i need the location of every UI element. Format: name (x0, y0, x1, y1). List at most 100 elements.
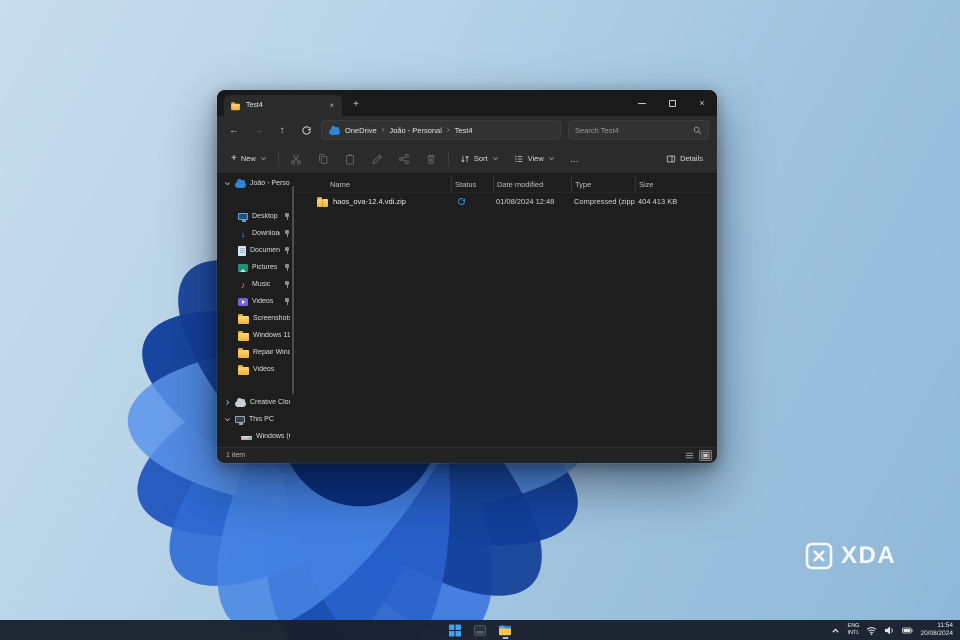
refresh-icon (301, 125, 312, 136)
rename-icon (371, 153, 383, 165)
file-status-cell (451, 197, 493, 206)
clock-time: 11:54 (920, 622, 953, 630)
sidebar-item-screenshots[interactable]: Screenshots (219, 310, 293, 327)
plus-icon: + (231, 154, 237, 164)
sidebar-item-label: Videos (253, 366, 290, 373)
breadcrumb-separator: › (382, 126, 385, 134)
start-button[interactable] (449, 620, 462, 640)
pin-icon (284, 230, 290, 238)
column-header-type[interactable]: Type (571, 176, 635, 192)
drive-icon (241, 436, 252, 440)
sidebar-item-videos-pinned[interactable]: Videos (219, 293, 293, 310)
volume-button[interactable] (884, 625, 895, 636)
sort-icon (460, 154, 470, 164)
column-header-date-modified[interactable]: Date modified (493, 176, 571, 192)
file-row[interactable]: haos_ova-12.4.vdi.zip 01/08/2024 12:48 C… (295, 193, 717, 210)
search-input[interactable] (575, 126, 689, 135)
folder-icon (238, 367, 249, 375)
details-pane-button[interactable]: Details (662, 151, 707, 167)
taskbar-app-button[interactable] (474, 620, 487, 640)
file-explorer-button[interactable] (499, 620, 512, 640)
sidebar-item-repair-windows[interactable]: Repair Windows (219, 344, 293, 361)
music-icon: ♪ (238, 280, 248, 290)
maximize-button[interactable] (657, 90, 687, 116)
sidebar-item-pictures[interactable]: Pictures (219, 259, 293, 276)
breadcrumb-item-onedrive[interactable]: OneDrive (345, 126, 377, 135)
sidebar-item-videos-folder[interactable]: Videos (219, 361, 293, 378)
paste-button[interactable] (340, 150, 360, 168)
rename-button[interactable] (367, 150, 387, 168)
view-toggles (683, 450, 712, 461)
maximize-icon (669, 100, 676, 107)
sidebar-item-downloads[interactable]: ↓ Downloads (219, 225, 293, 242)
network-button[interactable] (866, 625, 877, 636)
creative-cloud-icon (235, 401, 246, 407)
wifi-icon (866, 625, 877, 636)
sidebar-item-onedrive-personal[interactable]: João - Personal (219, 175, 293, 192)
tab-test4[interactable]: Test4 × (224, 95, 342, 116)
view-button[interactable]: View (510, 151, 559, 167)
folder-icon (238, 333, 249, 341)
details-view-icon (685, 451, 694, 460)
sidebar-item-documents[interactable]: Documents (219, 242, 293, 259)
close-button[interactable]: × (687, 90, 717, 116)
search-box (568, 120, 709, 140)
column-header-name[interactable]: Name (295, 176, 451, 192)
sidebar-scrollbar[interactable] (292, 186, 294, 394)
large-icons-view-toggle[interactable] (699, 450, 712, 461)
sidebar-item-this-pc[interactable]: This PC (219, 411, 293, 428)
clock[interactable]: 11:54 20/08/2024 (920, 622, 953, 638)
new-button[interactable]: + New (227, 151, 271, 167)
cut-button[interactable] (286, 150, 306, 168)
more-options-button[interactable]: … (566, 151, 584, 167)
refresh-button[interactable] (297, 121, 315, 139)
system-tray: ENG INTL 11:54 20/08/2024 (830, 620, 953, 640)
titlebar[interactable]: Test4 × + × (217, 90, 717, 116)
sidebar-item-desktop[interactable]: Desktop (219, 208, 293, 225)
share-button[interactable] (394, 150, 414, 168)
up-button[interactable]: ↑ (273, 121, 291, 139)
battery-button[interactable] (902, 625, 913, 636)
chevron-down-icon (492, 155, 499, 162)
column-header-size[interactable]: Size (635, 176, 717, 192)
chevron-right-icon (224, 399, 231, 406)
window-body: João - Personal Desktop ↓ Downloads Docu… (217, 174, 717, 447)
column-headers: Name Status Date modified Type Size (295, 176, 717, 193)
breadcrumb[interactable]: OneDrive › João - Personal › Test4 (321, 120, 561, 140)
column-header-status[interactable]: Status (451, 176, 493, 192)
breadcrumb-item-account[interactable]: João - Personal (389, 126, 442, 135)
sidebar-item-label: Windows 11 (253, 332, 290, 339)
copy-button[interactable] (313, 150, 333, 168)
file-name-cell: haos_ova-12.4.vdi.zip (295, 197, 451, 207)
view-label: View (528, 154, 544, 163)
pin-icon (284, 298, 290, 306)
language-indicator[interactable]: ENG INTL (848, 623, 860, 636)
search-icon (693, 126, 702, 135)
details-view-toggle[interactable] (683, 450, 696, 461)
this-pc-icon (235, 416, 245, 423)
sort-button[interactable]: Sort (456, 151, 503, 167)
back-button[interactable]: ← (225, 121, 243, 139)
chevron-down-icon (548, 155, 555, 162)
sidebar-item-label: Documents (250, 247, 280, 254)
tab-close-icon[interactable]: × (327, 102, 336, 110)
minimize-button[interactable] (627, 90, 657, 116)
sidebar-item-music[interactable]: ♪ Music (219, 276, 293, 293)
sidebar-item-windows-11[interactable]: Windows 11 (219, 327, 293, 344)
breadcrumb-item-test4[interactable]: Test4 (455, 126, 473, 135)
pin-icon (284, 281, 290, 289)
sidebar-item-windows-c[interactable]: Windows (C:) (219, 428, 293, 445)
xda-watermark: XDA (804, 541, 896, 571)
sidebar-gap (217, 192, 295, 208)
new-tab-button[interactable]: + (348, 97, 364, 113)
folder-icon (238, 316, 249, 324)
delete-button[interactable] (421, 150, 441, 168)
sidebar-item-creative-cloud[interactable]: Creative Cloud F... (219, 394, 293, 411)
sidebar-item-label: Creative Cloud F... (250, 399, 290, 406)
pin-icon (284, 247, 290, 255)
command-bar: + New (217, 144, 717, 174)
forward-button[interactable]: → (249, 121, 267, 139)
videos-icon (238, 298, 248, 306)
hidden-icons-chevron[interactable] (830, 625, 841, 636)
desktop[interactable]: { "colors": { "accent_blue": "#2f9df4", … (0, 0, 960, 640)
